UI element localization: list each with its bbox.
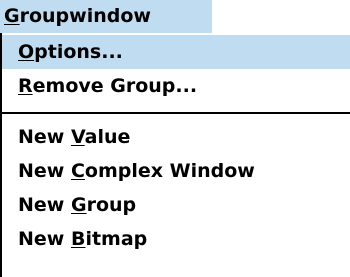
menu-item-mnemonic: C (70, 160, 85, 182)
menu-item-new-value[interactable]: New Value (2, 120, 350, 154)
menu-item-new-group[interactable]: New Group (2, 188, 350, 222)
menu-item-label-post: ptions... (34, 41, 123, 63)
menu-title-mnemonic: G (4, 5, 20, 27)
dropdown-menu: Options... Remove Group... New Value New… (0, 33, 350, 277)
menu-separator (2, 112, 350, 114)
menu-item-label-post: alue (84, 126, 131, 148)
menu-item-label-pre: New (18, 160, 71, 182)
menu-item-label-pre: New (18, 194, 71, 216)
menu-item-label-post: emove Group... (32, 75, 198, 97)
menu-item-remove-group[interactable]: Remove Group... (2, 69, 350, 103)
menu-item-mnemonic: O (18, 41, 35, 63)
menu-item-options[interactable]: Options... (2, 35, 350, 69)
menu-item-label-post: roup (86, 194, 137, 216)
menu-item-label-post: omplex Window (84, 160, 255, 182)
menu-item-new-bitmap[interactable]: New Bitmap (2, 222, 350, 256)
menu-item-label-pre: New (18, 126, 71, 148)
menu-title-text-post: roupwindow (19, 5, 151, 27)
menu-item-mnemonic: V (70, 126, 85, 148)
menu-item-label-pre: New (18, 228, 71, 250)
menu-item-mnemonic: R (18, 75, 33, 97)
menu-item-label-post: itmap (85, 228, 148, 250)
menu-item-new-complex-window[interactable]: New Complex Window (2, 154, 350, 188)
menu-item-mnemonic: B (70, 228, 86, 250)
menu-item-mnemonic: G (70, 194, 87, 216)
menu-title-groupwindow[interactable]: Groupwindow (0, 0, 212, 33)
